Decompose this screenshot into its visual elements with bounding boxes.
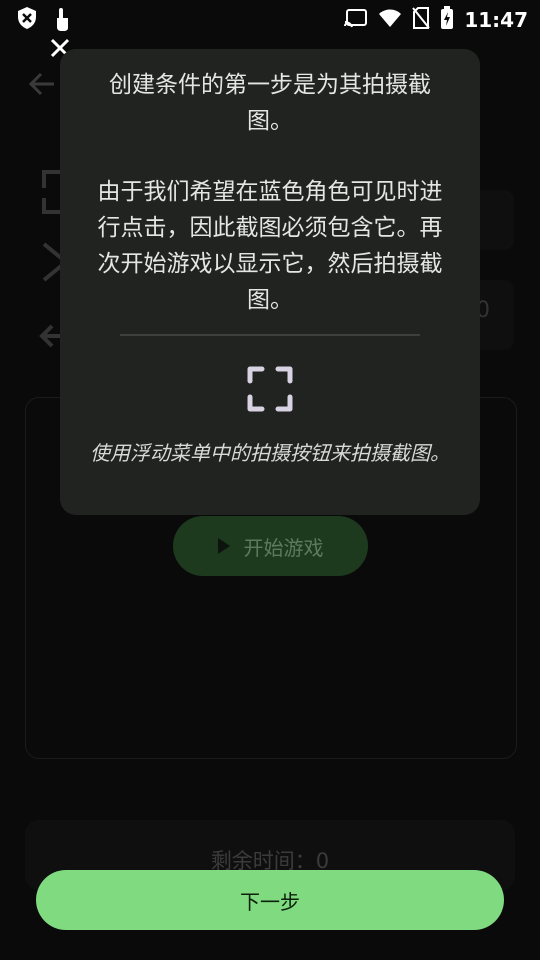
tutorial-hint: 使用浮动菜单中的拍摄按钮来拍摄截图。 xyxy=(90,441,450,465)
capture-icon xyxy=(246,365,294,413)
tutorial-popup: 创建条件的第一步是为其拍摄截图。 由于我们希望在蓝色角色可见时进行点击，因此截图… xyxy=(60,49,480,515)
next-step-button[interactable]: 下一步 xyxy=(36,870,504,930)
next-step-label: 下一步 xyxy=(240,889,300,914)
divider xyxy=(120,334,420,336)
start-game-button[interactable]: 开始游戏 xyxy=(173,516,368,576)
tutorial-title: 创建条件的第一步是为其拍摄截图。 xyxy=(109,72,431,134)
start-game-label: 开始游戏 xyxy=(243,535,324,560)
back-arrow-icon[interactable] xyxy=(28,70,56,105)
play-icon xyxy=(217,538,230,554)
tutorial-body: 由于我们希望在蓝色角色可见时进行点击，因此截图必须包含它。再次开始游戏以显示它，… xyxy=(97,179,443,313)
